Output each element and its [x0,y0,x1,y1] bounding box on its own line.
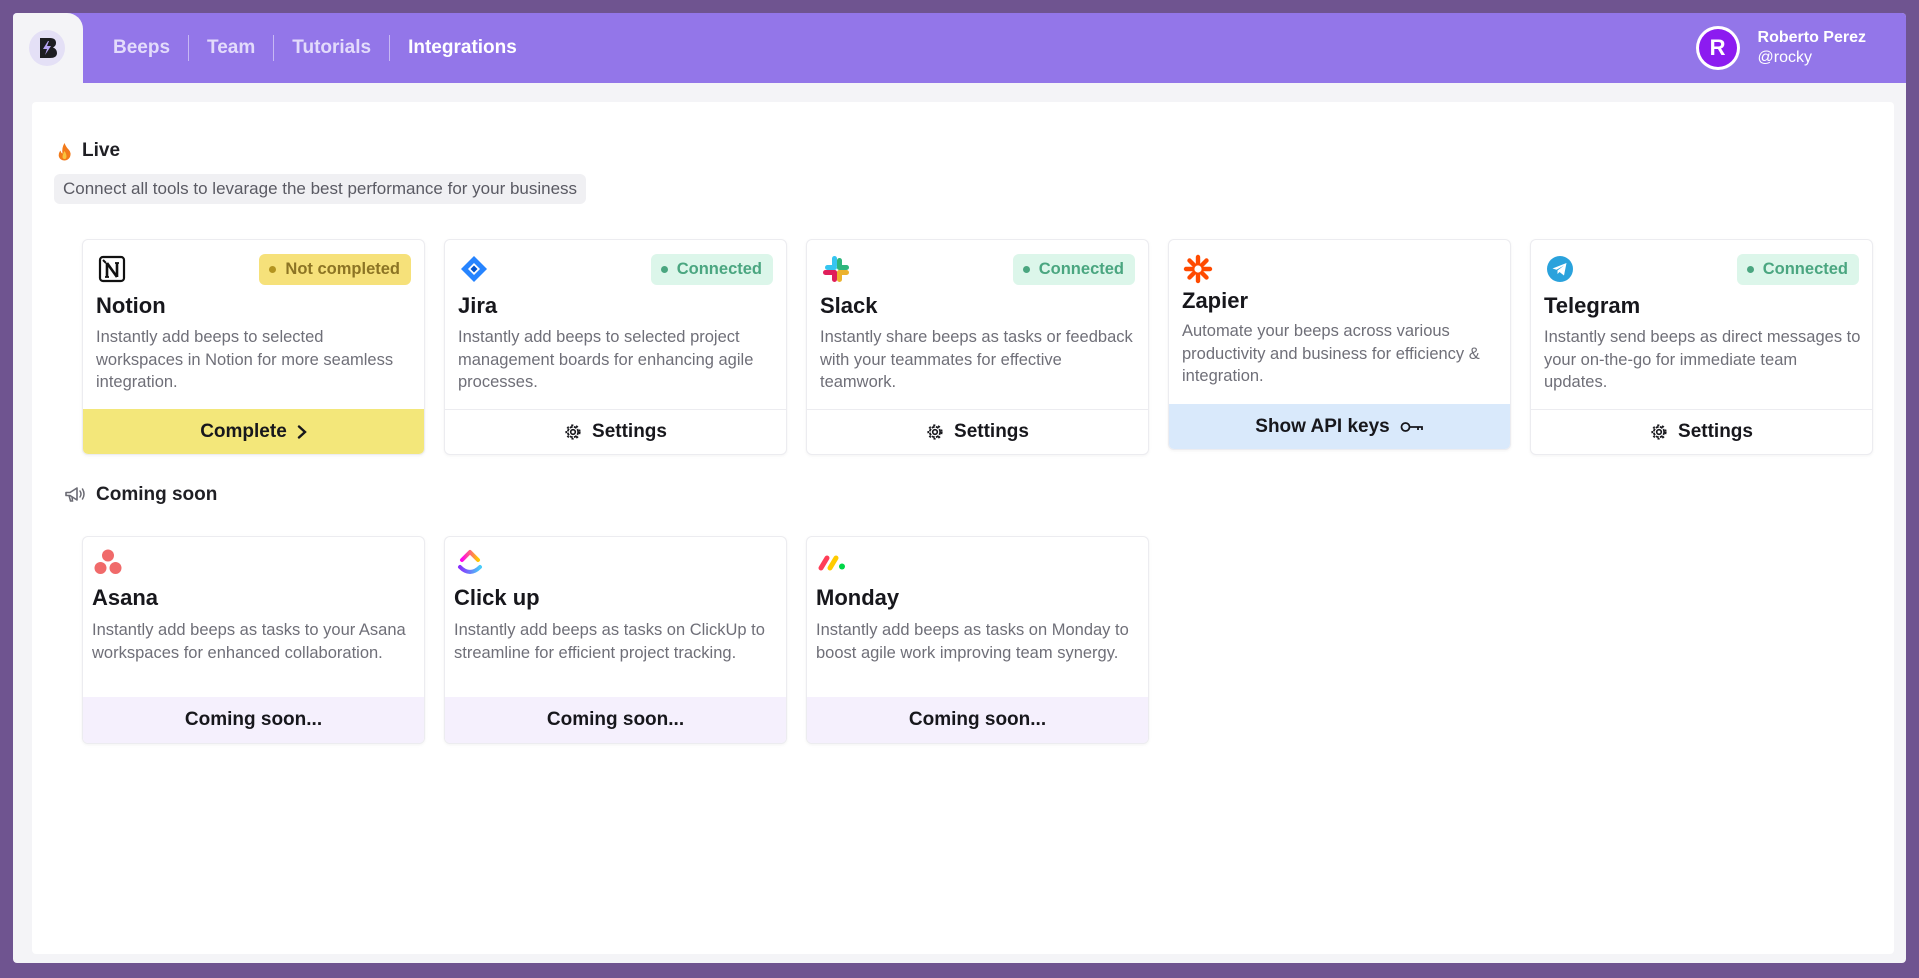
telegram-icon [1545,254,1575,284]
integration-card-clickup: Click up Instantly add beeps as tasks on… [444,536,787,744]
settings-button-label: Settings [1678,421,1753,442]
status-dot [1022,266,1030,273]
card-description: Instantly send beeps as direct messages … [1544,328,1861,391]
gear-icon [564,423,582,441]
settings-button[interactable]: Settings [1531,409,1872,454]
app-window: Beeps Team Tutorials Integrations R Robe… [13,13,1906,963]
card-title: Notion [96,293,166,318]
zapier-icon [1183,254,1213,284]
integration-card-asana: Asana Instantly add beeps as tasks to yo… [82,536,425,744]
status-badge: Connected [1012,254,1135,285]
card-title: Slack [820,293,878,318]
nav-tutorials[interactable]: Tutorials [273,35,389,61]
status-badge: Connected [650,254,773,285]
integration-card-monday: Monday Instantly add beeps as tasks on M… [806,536,1149,744]
status-dot [1746,266,1754,273]
card-description: Instantly share beeps as tasks or feedba… [820,328,1133,391]
coming-soon-button[interactable]: Coming soon... [83,697,424,743]
notion-icon [97,254,127,284]
coming-soon-title: Coming soon [96,484,218,505]
card-description: Instantly add beeps as tasks to your Asa… [92,621,406,662]
settings-button-label: Settings [954,421,1029,442]
app-logo-icon[interactable] [29,30,65,66]
status-badge: Not completed [259,254,411,285]
status-badge-label: Not completed [285,260,400,278]
logo-tab [13,13,83,83]
main-nav: Beeps Team Tutorials Integrations [99,35,535,61]
avatar[interactable]: R [1695,26,1740,70]
status-dot [660,266,668,273]
chevron-right-icon [297,424,307,439]
asana-icon [93,547,123,577]
live-section-heading: Live [57,140,120,162]
status-badge-label: Connected [1038,260,1124,278]
card-description: Automate your beeps across various produ… [1182,322,1480,385]
card-title: Click up [454,585,540,610]
slack-icon [821,254,851,284]
integration-card-slack: Connected Slack Instantly share beeps as… [806,239,1149,455]
complete-button-label: Complete [200,420,287,442]
card-description: Instantly add beeps to selected workspac… [96,328,394,391]
user-info: Roberto Perez @rocky [1758,28,1866,68]
settings-button-label: Settings [592,421,667,442]
card-title: Monday [816,585,900,610]
status-dot [269,266,277,273]
card-title: Jira [458,293,498,318]
megaphone-icon [64,486,86,504]
show-api-keys-label: Show API keys [1255,415,1390,437]
user-handle: @rocky [1757,49,1812,66]
user-name: Roberto Perez [1757,29,1866,46]
card-title: Asana [92,585,159,610]
status-badge: Connected [1736,254,1859,285]
card-description: Instantly add beeps as tasks on ClickUp … [454,621,765,662]
complete-button[interactable]: Complete [83,409,424,454]
card-title: Zapier [1182,288,1249,313]
clickup-icon [455,547,485,577]
avatar-letter: R [1698,29,1737,67]
coming-soon-button[interactable]: Coming soon... [807,697,1148,743]
integration-card-jira: Connected Jira Instantly add beeps to se… [444,239,787,455]
integrations-panel: Live Connect all tools to levarage the b… [32,102,1894,954]
integration-card-zapier: Zapier Automate your beeps across variou… [1168,239,1511,450]
settings-button[interactable]: Settings [445,409,786,454]
show-api-keys-button[interactable]: Show API keys [1169,404,1510,449]
jira-icon [459,254,489,284]
gear-icon [1650,423,1668,441]
monday-icon [817,547,847,577]
user-menu[interactable]: R Roberto Perez @rocky [1695,26,1866,70]
gear-icon [926,423,944,441]
card-description: Instantly add beeps as tasks on Monday t… [816,621,1129,662]
coming-soon-button[interactable]: Coming soon... [445,697,786,743]
live-section-subtitle: Connect all tools to levarage the best p… [54,174,587,204]
nav-team[interactable]: Team [188,35,273,61]
fire-icon [57,142,72,161]
top-navigation-bar: Beeps Team Tutorials Integrations R Robe… [13,13,1906,83]
status-badge-label: Connected [1762,260,1848,278]
nav-integrations[interactable]: Integrations [389,35,535,61]
nav-beeps[interactable]: Beeps [99,35,188,61]
integration-card-notion: Not completed Notion Instantly add beeps… [82,239,425,455]
key-icon [1400,420,1424,434]
settings-button[interactable]: Settings [807,409,1148,454]
status-badge-label: Connected [676,260,762,278]
coming-soon-heading: Coming soon [64,484,217,506]
integration-card-telegram: Connected Telegram Instantly send beeps … [1530,239,1873,455]
card-title: Telegram [1544,293,1641,318]
card-description: Instantly add beeps to selected project … [458,328,754,391]
live-section-title: Live [82,140,121,161]
